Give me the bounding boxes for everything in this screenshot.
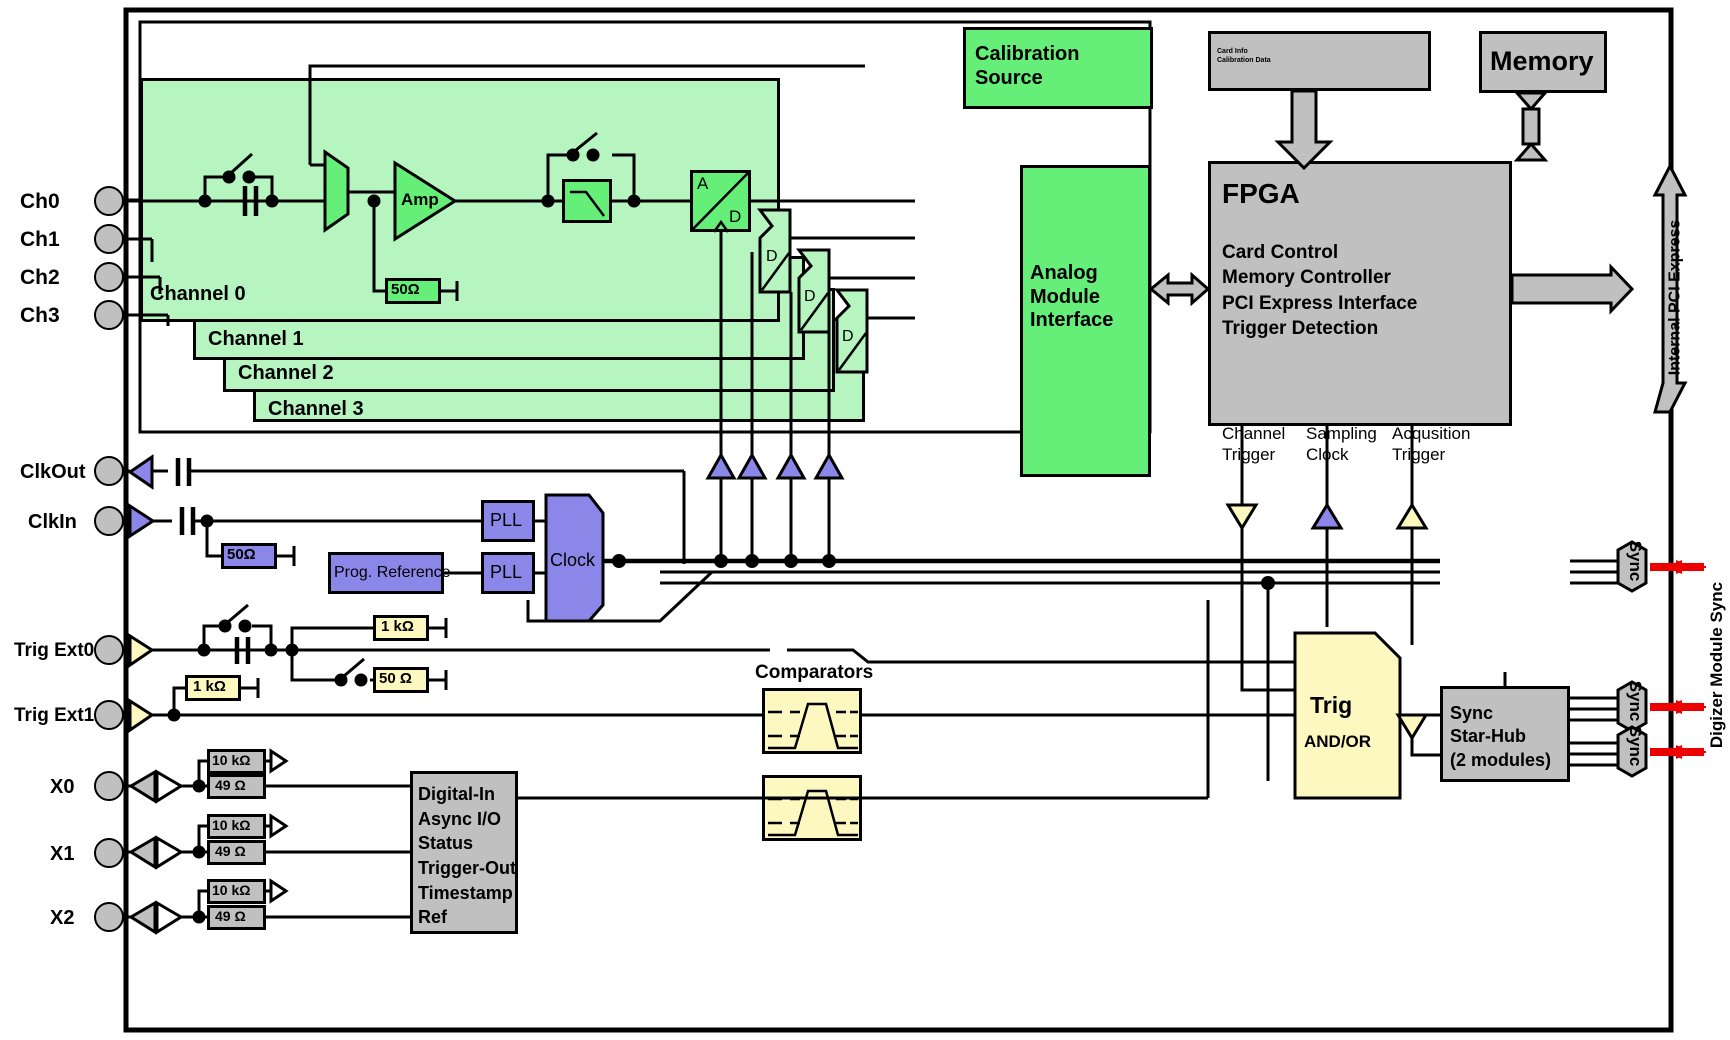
x2-pullup-label: 10 kΩ bbox=[212, 882, 251, 898]
block-diagram-canvas: Channel 3 Channel 2 Channel 1 Channel 0 bbox=[0, 0, 1730, 1040]
x1-pullup-label: 10 kΩ bbox=[212, 817, 251, 833]
x0-pullup-label: 10 kΩ bbox=[212, 752, 251, 768]
x2-termination-label: 49 Ω bbox=[215, 908, 246, 924]
x1-termination-label: 49 Ω bbox=[215, 843, 246, 859]
x0-termination-label: 49 Ω bbox=[215, 777, 246, 793]
digital-io-label: Digital-In Async I/O Status Trigger-Out … bbox=[418, 784, 516, 928]
